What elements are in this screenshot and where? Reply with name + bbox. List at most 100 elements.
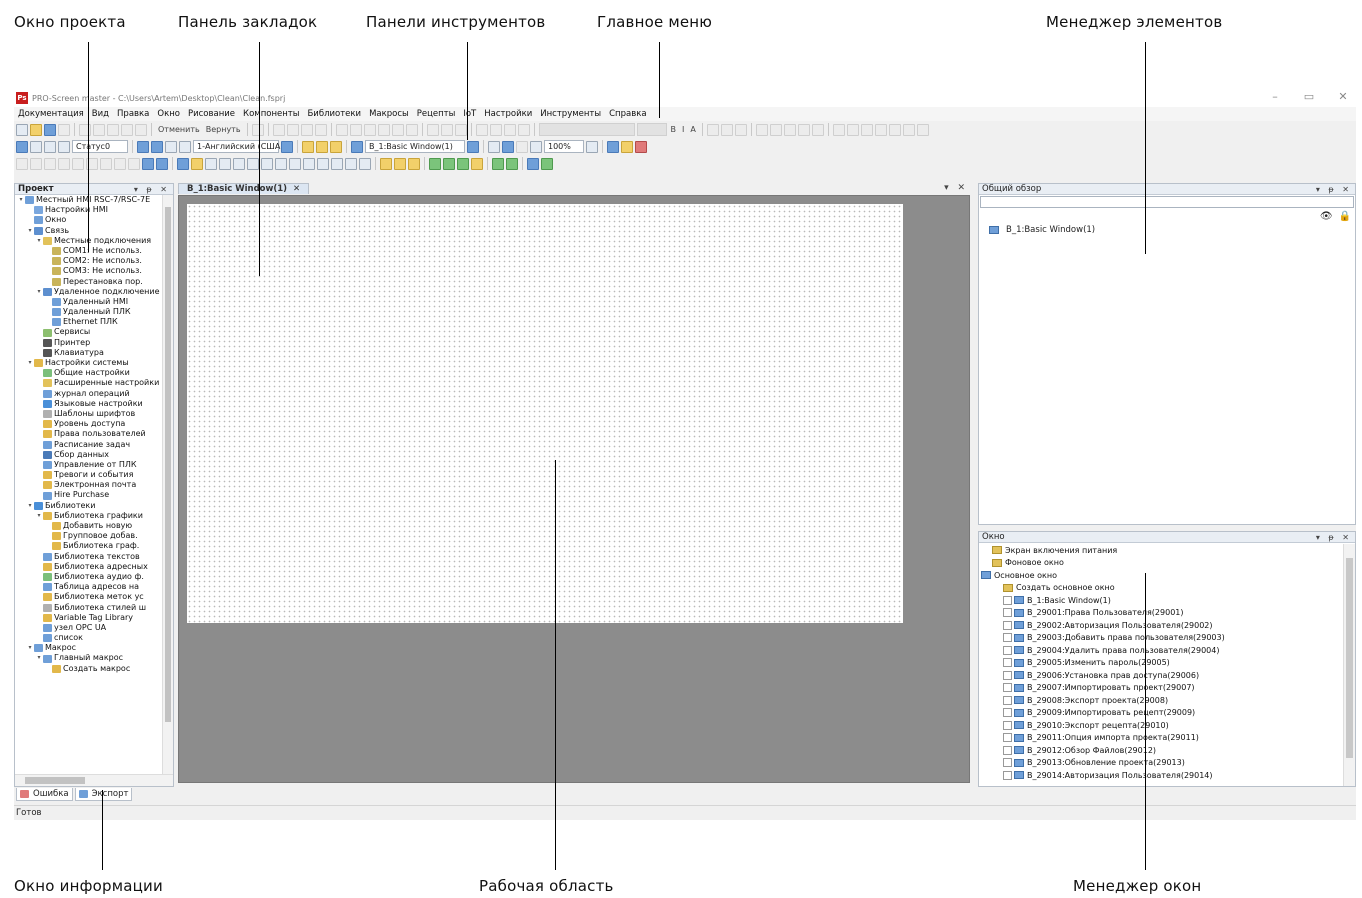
offline-sim-icon[interactable] [506,157,518,170]
window-checkbox[interactable] [1003,708,1012,718]
tree-item[interactable]: Библиотека аудио ф. [15,572,162,582]
window-list-item[interactable]: B_29009:Импортировать рецепт(29009) [981,707,1342,720]
window-list-scrollbar[interactable] [1343,544,1355,786]
select-area-icon[interactable] [811,123,824,136]
valve-icon[interactable] [317,157,329,170]
distribute-h-icon[interactable] [363,123,376,136]
center-v-icon[interactable] [349,123,362,136]
recipe-icon[interactable] [345,157,357,170]
window-list-item[interactable]: B_29008:Экспорт проекта(29008) [981,694,1342,707]
lamp-icon[interactable] [191,157,203,170]
overview-item[interactable]: B_1:Basic Window(1) [989,225,1095,235]
save-icon[interactable] [44,123,56,136]
tree-item[interactable]: Добавить новую [15,521,162,531]
window-list-item[interactable]: B_29001:Права Пользователя(29001) [981,607,1342,620]
arc-icon[interactable] [100,157,112,170]
screen-icon[interactable] [527,157,539,170]
tree-item[interactable]: COM2: Не использ. [15,256,162,266]
picture-icon[interactable] [142,157,154,170]
window-checkbox[interactable] [1003,683,1012,693]
text-color-icon[interactable]: A [688,125,697,134]
paste-icon[interactable] [107,123,119,136]
rotate-icon[interactable] [503,123,516,136]
ungroup-icon[interactable] [440,123,453,136]
cut-icon[interactable] [79,123,91,136]
expand-arrow-icon[interactable]: ▾ [35,236,43,246]
back-icon[interactable] [516,140,528,153]
text-highlight-icon[interactable] [874,123,887,136]
menu-item[interactable]: Настройки [480,109,536,119]
layer-3-icon[interactable] [165,140,177,153]
zoom-out-icon[interactable] [797,123,810,136]
state-s3-icon[interactable] [58,140,70,153]
text-align-left-icon[interactable] [706,123,719,136]
tree-item[interactable]: Библиотека адресных [15,562,162,572]
tree-item[interactable]: Таблица адресов на [15,582,162,592]
menu-item[interactable]: Библиотеки [303,109,365,119]
tree-item[interactable]: ▾ Макрос [15,643,162,653]
state-s1-icon[interactable] [30,140,42,153]
clock-icon[interactable] [233,157,245,170]
text-icon[interactable] [156,157,168,170]
window-checkbox[interactable] [1003,608,1012,618]
copy-format-icon[interactable] [475,123,488,136]
expand-arrow-icon[interactable]: ▾ [35,511,43,521]
battery-icon[interactable] [541,157,553,170]
tree-item[interactable]: ▾ Настройки системы [15,358,162,368]
align-bottom-icon[interactable] [314,123,327,136]
window-checkbox[interactable] [1003,770,1012,780]
zoom-in-icon[interactable] [783,123,796,136]
overview-search-input[interactable] [980,196,1354,208]
upload-icon[interactable] [443,157,455,170]
tree-item[interactable]: Библиотека текстов [15,552,162,562]
restore-icon[interactable]: ▭ [1302,90,1316,103]
tree-item[interactable]: Принтер [15,338,162,348]
window-layer-icon[interactable] [330,140,342,153]
tab-errors[interactable]: Ошибка [16,788,73,801]
window-list-item[interactable]: B_29006:Установка прав доступа(29006) [981,669,1342,682]
project-panel-controls[interactable]: ▾ ᵽ ✕ [134,185,170,194]
window-checkbox[interactable] [1003,733,1012,743]
window-checkbox[interactable] [1003,695,1012,705]
tree-item[interactable]: Перестановка пор. [15,277,162,287]
zoom-icon[interactable] [530,140,542,153]
tree-item[interactable]: Hire Purchase [15,490,162,500]
layer-1-icon[interactable] [137,140,149,153]
button-icon[interactable] [177,157,189,170]
project-hscrollbar[interactable] [15,774,173,786]
slider-icon[interactable] [275,157,287,170]
overview-panel-controls[interactable]: ▾ ᵽ ✕ [1316,185,1352,194]
expand-arrow-icon[interactable]: ▾ [35,287,43,297]
download-icon[interactable] [429,157,441,170]
undo-button[interactable]: Отменить [156,125,202,134]
bar-graph-icon[interactable] [247,157,259,170]
text-effect-icon[interactable] [860,123,873,136]
palette-icon[interactable] [359,157,371,170]
tree-item[interactable]: Удаленный ПЛК [15,307,162,317]
table-icon[interactable] [621,140,633,153]
window-list-item[interactable]: B_1:Basic Window(1) [981,594,1342,607]
alert-icon[interactable] [635,140,647,153]
window-props-icon[interactable] [316,140,328,153]
menu-item[interactable]: Компоненты [239,109,303,119]
window-checkbox[interactable] [1003,595,1012,605]
tree-item[interactable]: ▾ Библиотека графики [15,511,162,521]
window-checkbox[interactable] [1003,645,1012,655]
menu-item[interactable]: Документация [14,109,88,119]
tree-item[interactable]: ▾ Библиотеки [15,501,162,511]
window-checkbox[interactable] [1003,633,1012,643]
window-list-item[interactable]: B_29014:Авторизация Пользователя(29014) [981,769,1342,782]
tree-item[interactable]: COM3: Не использ. [15,266,162,276]
menu-item[interactable]: Инструменты [536,109,605,119]
window-list-item[interactable]: Экран включения питания [981,544,1342,557]
open-folder-icon[interactable] [30,123,42,136]
expand-arrow-icon[interactable]: ▾ [26,226,34,236]
language-combo[interactable]: 1-Английский (США) [193,140,283,153]
tree-item[interactable]: Групповое добав. [15,531,162,541]
tree-item[interactable]: Шаблоны шрифтов [15,409,162,419]
flip-icon[interactable] [517,123,530,136]
macro-run-icon[interactable] [394,157,406,170]
find-icon[interactable] [251,123,264,136]
delete-icon[interactable] [135,123,147,136]
tree-item[interactable]: Variable Tag Library [15,613,162,623]
